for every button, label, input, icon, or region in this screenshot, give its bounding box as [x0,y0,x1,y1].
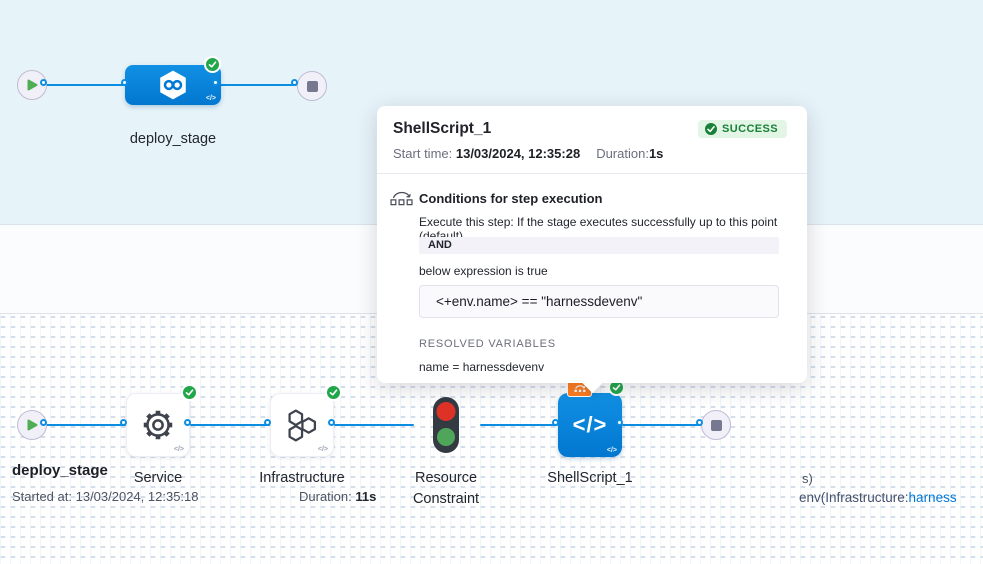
clipped-summary-text: s) [802,471,813,486]
edge-dot [291,79,298,86]
connector-line [480,424,558,426]
connector-line [218,84,297,86]
edge-dot [328,419,335,426]
popover-time-row: Start time: 13/03/2024, 12:35:28Duration… [393,146,787,161]
traffic-light-icon [431,396,461,454]
template-code-marker-icon: </> [174,446,184,453]
edge-dot [264,419,271,426]
service-gear-icon [139,406,177,444]
status-badge-label: SUCCESS [722,123,778,135]
expression-code-block: <+env.name> == "harnessdevenv" [419,285,779,318]
step-label-shellscript-1: ShellScript_1 [530,468,650,489]
stop-icon [711,420,722,431]
template-code-marker-icon: </> [318,446,328,453]
expression-note: below expression is true [419,264,548,278]
edge-dot [212,79,219,86]
step-details-popover: ShellScript_1 SUCCESS Start time: 13/03/… [377,106,807,383]
edge-dot [552,419,559,426]
template-code-marker-icon: </> [607,447,617,454]
step-label-resource-constraint: Resource Constraint [391,468,501,510]
resolved-variables-heading: RESOLVED VARIABLES [419,338,556,350]
edge-dot [696,419,703,426]
connector-line [46,84,127,86]
template-code-marker-icon: </> [206,95,216,102]
stop-icon [307,81,318,92]
pipeline-execution-screen: </> deploy_stage deploy_stage Started at… [0,0,983,564]
connector-line [622,424,702,426]
stage-end-node[interactable] [297,71,327,101]
stage-duration: Duration: 11s [299,489,376,504]
infrastructure-hexagons-icon [284,407,321,444]
edge-dot [616,419,623,426]
play-icon [26,419,38,431]
step-success-check-icon [181,384,198,401]
play-icon [26,79,38,91]
step-label-infrastructure: Infrastructure [232,468,372,489]
status-badge: SUCCESS [698,120,787,138]
stage-started-at: Started at: 13/03/2024, 12:35:18 [12,489,199,504]
conditions-section-title: Conditions for step execution [419,191,602,206]
step-node-service[interactable]: </> [126,393,190,457]
connector-line [334,424,414,426]
edge-dot [120,419,127,426]
conditional-execution-icon [390,188,413,212]
edge-dot [40,79,47,86]
edge-dot [40,419,47,426]
step-node-infrastructure[interactable]: </> [270,393,334,457]
connector-line [46,424,126,426]
edge-dot [184,419,191,426]
step-node-shellscript-1[interactable]: </> </> [558,393,622,457]
success-check-icon [705,123,717,135]
step-end-node[interactable] [701,410,731,440]
popover-header: ShellScript_1 SUCCESS Start time: 13/03/… [377,106,807,174]
connector-line [190,424,270,426]
step-success-check-icon [325,384,342,401]
stage-summary-title: deploy_stage [12,462,108,479]
stage-node-label: deploy_stage [103,129,243,150]
edge-dot [121,79,128,86]
resolved-variable-value: name = harnessdevenv [419,360,544,374]
stage-success-check-icon [204,56,221,73]
step-node-resource-constraint[interactable] [431,396,461,459]
operator-bar: AND [419,237,779,254]
harness-deploy-stage-icon [155,67,191,103]
step-label-service: Service [98,468,218,489]
environment-link[interactable]: harness [909,490,957,505]
shell-script-code-icon: </> [573,412,608,438]
clipped-environment-text: env(Infrastructure:harness [799,490,957,505]
